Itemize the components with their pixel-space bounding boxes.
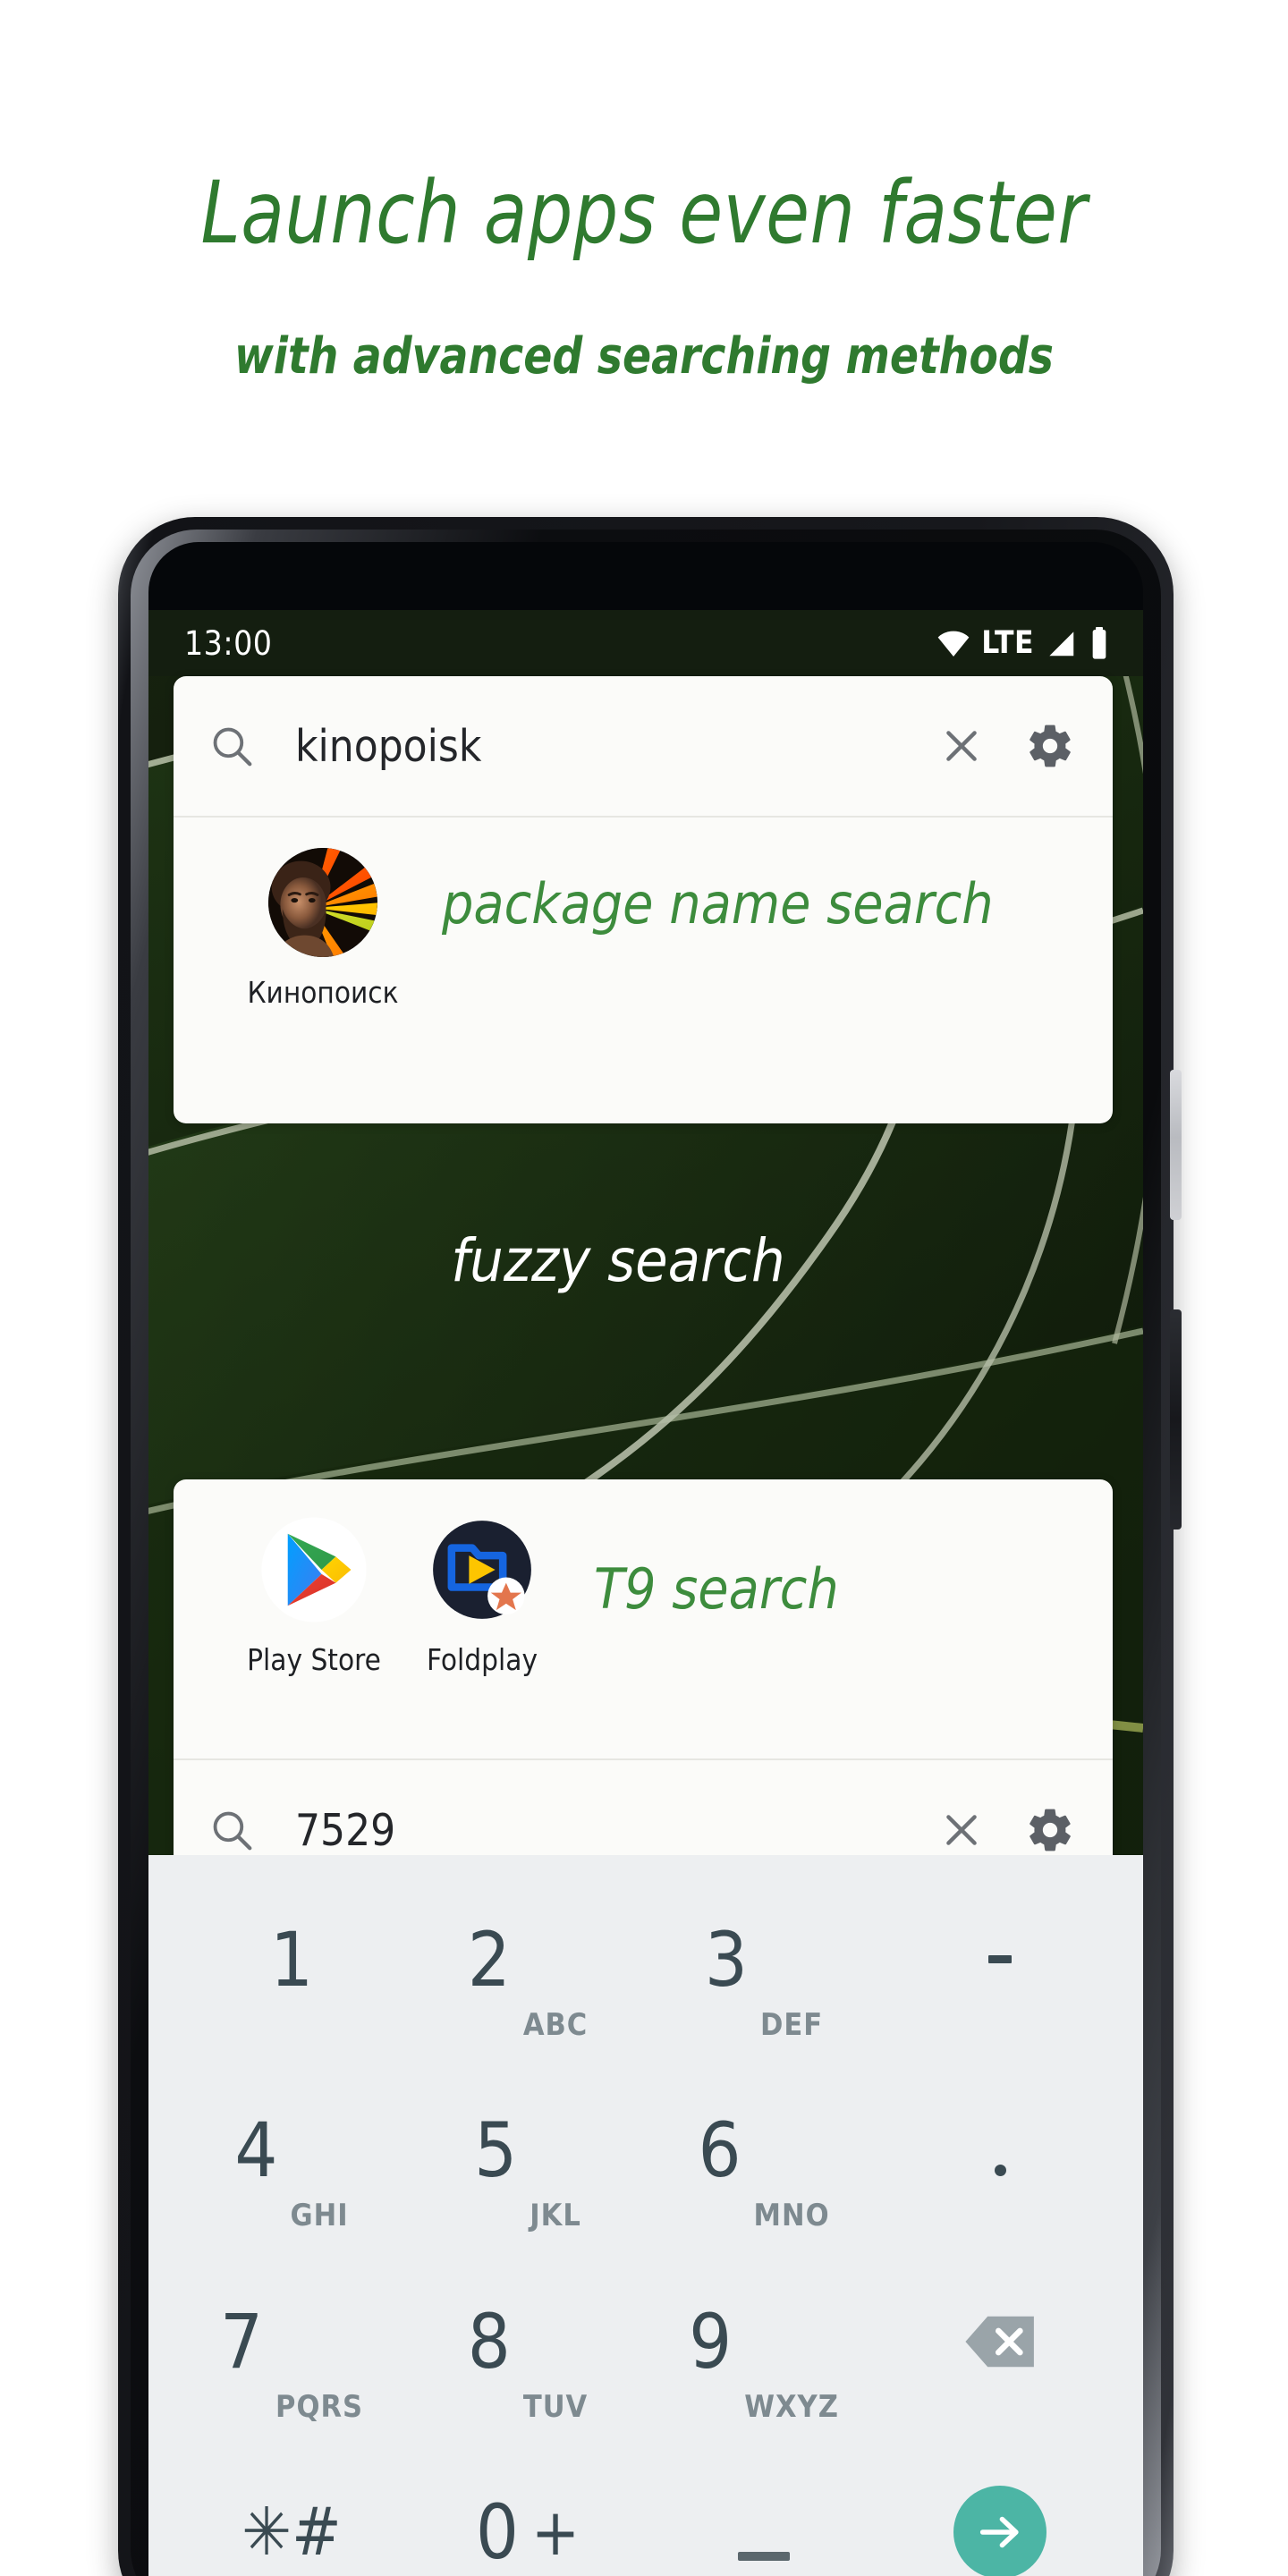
clear-search-button[interactable] bbox=[939, 1808, 984, 1852]
page-title: Launch apps even faster bbox=[200, 163, 1088, 263]
key-1[interactable]: 1 bbox=[174, 1864, 410, 2055]
app-label: Foldplay bbox=[426, 1642, 538, 1677]
search-results: Кинопоиск package name search bbox=[174, 818, 1113, 1122]
android-home-screen: 13:00 LTE fuzzy search kinopoisk Кинопои… bbox=[148, 542, 1143, 2576]
star-hash-label: ✳# bbox=[242, 2493, 342, 2571]
close-icon bbox=[946, 731, 977, 761]
app-result-foldplay[interactable]: Foldplay bbox=[397, 1515, 567, 1677]
status-clock: 13:00 bbox=[184, 623, 273, 663]
settings-button[interactable] bbox=[1025, 721, 1075, 771]
search-bar-top[interactable]: kinopoisk bbox=[174, 676, 1113, 818]
gear-icon bbox=[1030, 1809, 1071, 1852]
phone-screen: 13:00 LTE fuzzy search kinopoisk Кинопои… bbox=[148, 542, 1143, 2576]
key-backspace[interactable] bbox=[882, 2246, 1118, 2437]
key-7[interactable]: 7 PQRS bbox=[174, 2246, 410, 2437]
battery-icon bbox=[1092, 627, 1106, 659]
app-label: Play Store bbox=[247, 1642, 381, 1677]
status-bar: 13:00 LTE bbox=[148, 610, 1143, 676]
search-result-card: kinopoisk Кинопоиск package name search bbox=[174, 676, 1113, 1123]
page-subtitle: with advanced searching methods bbox=[233, 327, 1055, 386]
power-button[interactable] bbox=[1170, 1070, 1182, 1220]
settings-button[interactable] bbox=[1025, 1805, 1075, 1855]
t9-search-note: T9 search bbox=[594, 1556, 839, 1622]
dash-icon bbox=[988, 1955, 1012, 1964]
key-8[interactable]: 8 TUV bbox=[410, 2246, 646, 2437]
key-5[interactable]: 5 JKL bbox=[410, 2055, 646, 2247]
t9-result-card: Play Store Foldplay T9 search 7529 bbox=[174, 1479, 1113, 1900]
close-icon bbox=[946, 1815, 977, 1845]
key-6[interactable]: 6 MNO bbox=[646, 2055, 882, 2247]
key-star-hash[interactable]: ✳# bbox=[174, 2437, 410, 2576]
key-dash[interactable] bbox=[882, 1864, 1118, 2055]
foldplay-icon bbox=[428, 1515, 537, 1624]
signal-icon bbox=[1049, 631, 1074, 657]
app-result-play-store[interactable]: Play Store bbox=[229, 1515, 399, 1677]
search-icon bbox=[213, 1811, 252, 1851]
network-label: LTE bbox=[981, 625, 1034, 661]
kinopoisk-icon bbox=[268, 848, 377, 957]
key-period[interactable] bbox=[882, 2055, 1118, 2247]
key-3[interactable]: 3 DEF bbox=[646, 1864, 882, 2055]
promo-screenshot: Launch apps even faster with advanced se… bbox=[0, 0, 1288, 2576]
key-4[interactable]: 4 GHI bbox=[174, 2055, 410, 2247]
key-9[interactable]: 9 WXYZ bbox=[646, 2246, 882, 2437]
period-icon bbox=[994, 2164, 1006, 2176]
phone-device-frame: 13:00 LTE fuzzy search kinopoisk Кинопои… bbox=[118, 517, 1182, 2576]
app-results-row: Play Store Foldplay T9 search bbox=[174, 1479, 1113, 1758]
wifi-icon bbox=[937, 631, 970, 657]
key-space[interactable] bbox=[646, 2437, 882, 2576]
t9-keypad: 1 2 ABC 3 DEF 4 GHI 5 JKL 6 MNO 7 PQRS 8… bbox=[148, 1855, 1143, 2576]
backspace-icon bbox=[962, 2314, 1038, 2369]
search-icon bbox=[213, 727, 252, 767]
key-2[interactable]: 2 ABC bbox=[410, 1864, 646, 2055]
app-result-label: Кинопоиск bbox=[247, 975, 399, 1010]
underscore-icon bbox=[738, 2552, 790, 2562]
gear-icon bbox=[1030, 724, 1071, 767]
status-icons: LTE bbox=[936, 625, 1111, 661]
volume-rocker[interactable] bbox=[1170, 1309, 1182, 1530]
search-input[interactable]: kinopoisk bbox=[295, 721, 939, 772]
arrow-right-icon bbox=[953, 2486, 1046, 2576]
t9-search-input[interactable]: 7529 bbox=[295, 1805, 939, 1856]
key-enter[interactable] bbox=[882, 2437, 1118, 2576]
package-name-search-note: package name search bbox=[442, 871, 994, 936]
app-result-kinopoisk[interactable]: Кинопоиск bbox=[238, 848, 408, 1010]
key-0[interactable]: 0 + bbox=[410, 2437, 646, 2576]
clear-search-button[interactable] bbox=[939, 724, 984, 768]
play-store-icon bbox=[259, 1515, 369, 1624]
fuzzy-search-note: fuzzy search bbox=[451, 1226, 785, 1295]
